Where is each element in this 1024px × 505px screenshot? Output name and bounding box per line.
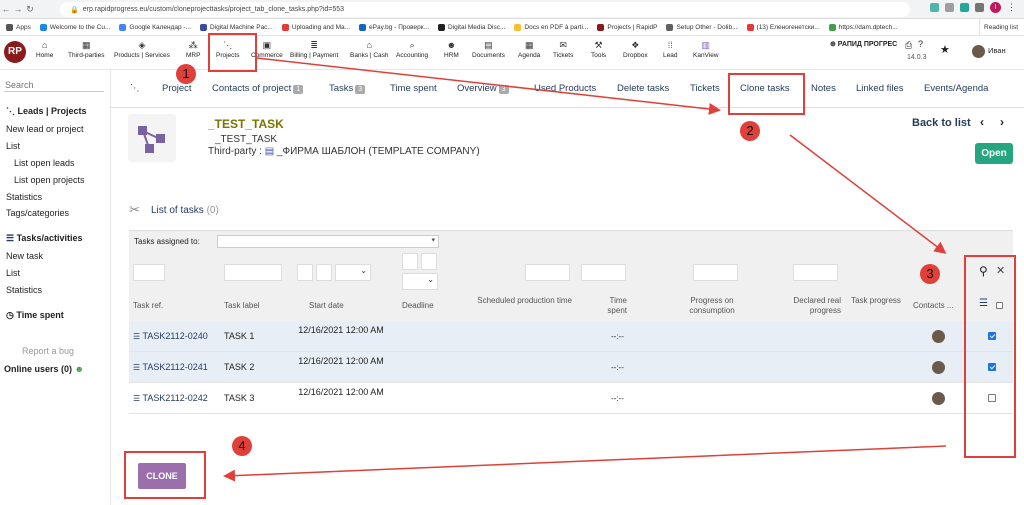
annotation-arrows	[223, 57, 947, 482]
annotation-arrow	[256, 57, 721, 115]
annotation-arrow	[789, 134, 947, 254]
annotation-arrow	[223, 445, 947, 482]
screen: ← → ↻ 🔒 erp.rapidprogress.eu/custom/clon…	[0, 0, 1024, 505]
